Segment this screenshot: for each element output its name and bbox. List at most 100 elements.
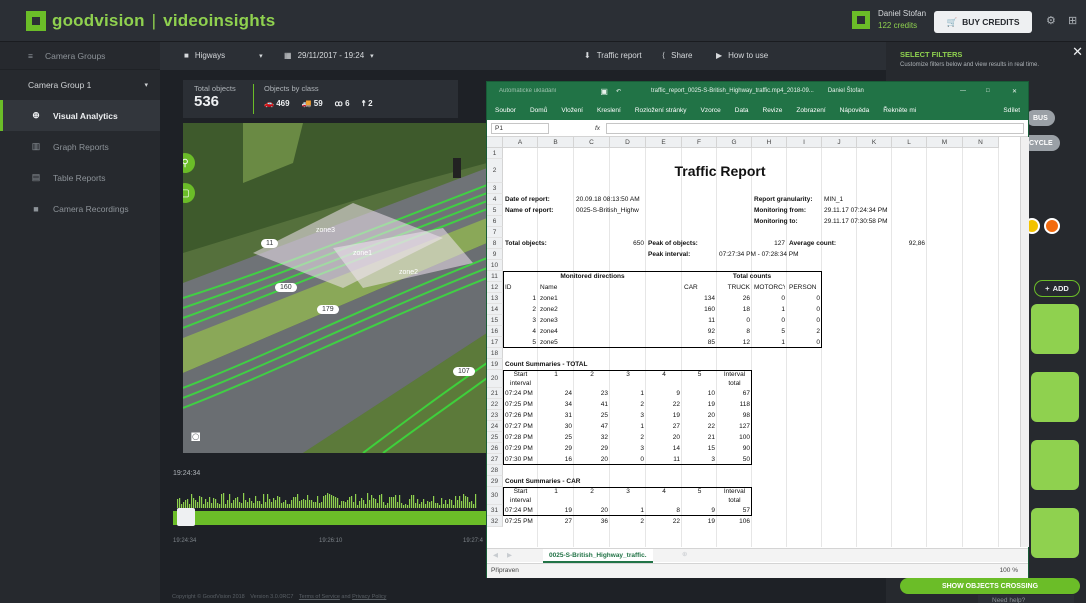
- row-header[interactable]: 10: [487, 260, 503, 271]
- row-header[interactable]: 27: [487, 454, 503, 465]
- table-header[interactable]: PERSON: [789, 282, 820, 293]
- how-to-use-button[interactable]: ▶ How to use: [716, 51, 768, 60]
- table-cell[interactable]: 29: [576, 443, 608, 454]
- table-cell[interactable]: 20: [648, 432, 680, 443]
- table-header[interactable]: 4: [648, 487, 680, 505]
- table-cell[interactable]: 5: [754, 326, 785, 337]
- table-cell[interactable]: 07:26 PM: [505, 410, 536, 421]
- ribbon-tab[interactable]: Kreslení: [597, 107, 621, 114]
- table-header[interactable]: 2: [576, 487, 608, 505]
- table-cell[interactable]: 30: [540, 421, 572, 432]
- column-header[interactable]: D: [610, 137, 646, 148]
- table-cell[interactable]: 10: [684, 388, 715, 399]
- table-cell[interactable]: 0: [754, 293, 785, 304]
- table-header[interactable]: Name: [540, 282, 572, 293]
- brand-logo[interactable]: goodvision | videoinsights: [26, 11, 275, 31]
- table-cell[interactable]: zone2: [540, 304, 572, 315]
- table-cell[interactable]: 4: [505, 326, 536, 337]
- table-header[interactable]: 2: [576, 370, 608, 388]
- meta-label[interactable]: Average count:: [789, 238, 855, 249]
- row-header[interactable]: 28: [487, 465, 503, 476]
- meta-value[interactable]: 29.11.17 07:24:34 PM: [824, 205, 925, 216]
- column-header[interactable]: K: [857, 137, 892, 148]
- meta-label[interactable]: Total objects:: [505, 238, 572, 249]
- table-cell[interactable]: 3: [505, 315, 536, 326]
- table-header[interactable]: TRUCK: [719, 282, 750, 293]
- table-header[interactable]: Start interval: [505, 370, 536, 388]
- row-header[interactable]: 6: [487, 216, 503, 227]
- maximize-icon[interactable]: □: [986, 88, 990, 94]
- meta-label[interactable]: Monitoring to:: [754, 216, 820, 227]
- user-menu[interactable]: Daniel Stofan 122 credits: [852, 9, 926, 30]
- close-icon[interactable]: ✕: [1072, 44, 1083, 60]
- table-header[interactable]: 1: [540, 370, 572, 388]
- meta-label[interactable]: Name of report:: [505, 205, 572, 216]
- formula-input[interactable]: [606, 122, 1024, 134]
- table-cell[interactable]: 11: [684, 315, 715, 326]
- column-header[interactable]: J: [822, 137, 857, 148]
- minimize-icon[interactable]: —: [960, 88, 966, 94]
- table-header[interactable]: 3: [612, 487, 644, 505]
- table-cell[interactable]: 07:28 PM: [505, 432, 536, 443]
- column-header[interactable]: N: [963, 137, 999, 148]
- table-cell[interactable]: 2: [612, 516, 644, 527]
- table-cell[interactable]: 25: [540, 432, 572, 443]
- select-all-corner[interactable]: [487, 137, 503, 148]
- table-cell[interactable]: 34: [540, 399, 572, 410]
- table-cell[interactable]: 0: [719, 315, 750, 326]
- ribbon-tab[interactable]: Rozložení stránky: [635, 107, 687, 114]
- filter-pill-bus[interactable]: BUS: [1026, 110, 1055, 126]
- vertical-scrollbar[interactable]: [1020, 137, 1029, 547]
- table-cell[interactable]: 14: [648, 443, 680, 454]
- table-cell[interactable]: 32: [576, 432, 608, 443]
- row-header[interactable]: 26: [487, 443, 503, 454]
- sheet-tab[interactable]: 0025-S-British_Highway_traffic.: [543, 549, 653, 563]
- table-cell[interactable]: 1: [754, 304, 785, 315]
- sidebar-item-table-reports[interactable]: ▤ Table Reports: [0, 162, 160, 193]
- column-header[interactable]: C: [574, 137, 610, 148]
- ribbon-tab[interactable]: Vložení: [561, 107, 583, 114]
- gear-icon[interactable]: ⚙: [1046, 14, 1056, 27]
- table-cell[interactable]: 0: [789, 304, 820, 315]
- ribbon-tell-me[interactable]: Řekněte mi: [883, 107, 916, 114]
- filter-card[interactable]: [1031, 372, 1079, 422]
- column-header[interactable]: E: [646, 137, 682, 148]
- meta-value[interactable]: 92,86: [894, 238, 925, 249]
- meta-label[interactable]: Peak interval:: [648, 249, 715, 260]
- table-cell[interactable]: 31: [540, 410, 572, 421]
- table-cell[interactable]: 22: [648, 516, 680, 527]
- table-cell[interactable]: 2: [789, 326, 820, 337]
- row-header[interactable]: 8: [487, 238, 503, 249]
- table-header[interactable]: 5: [684, 487, 715, 505]
- camera-group-select[interactable]: Camera Group 1 ▾: [0, 70, 160, 100]
- table-cell[interactable]: 25: [576, 410, 608, 421]
- table-cell[interactable]: 23: [576, 388, 608, 399]
- table-header[interactable]: 3: [612, 370, 644, 388]
- orange-color-dot[interactable]: [1044, 218, 1060, 234]
- table-cell[interactable]: 98: [719, 410, 750, 421]
- table-header[interactable]: 5: [684, 370, 715, 388]
- meta-value[interactable]: 650: [612, 238, 644, 249]
- table-cell[interactable]: 100: [719, 432, 750, 443]
- date-select[interactable]: ▦ 29/11/2017 - 19:24 ▾: [284, 51, 374, 60]
- table-cell[interactable]: 127: [719, 421, 750, 432]
- close-icon[interactable]: ✕: [1012, 88, 1017, 95]
- column-header[interactable]: B: [538, 137, 574, 148]
- table-cell[interactable]: 0: [789, 293, 820, 304]
- table-header[interactable]: 1: [540, 487, 572, 505]
- row-header[interactable]: 9: [487, 249, 503, 260]
- row-header[interactable]: 32: [487, 516, 503, 527]
- add-filter-button[interactable]: + ADD: [1034, 280, 1080, 297]
- row-header[interactable]: 24: [487, 421, 503, 432]
- table-cell[interactable]: 26: [719, 293, 750, 304]
- meta-label[interactable]: Monitoring from:: [754, 205, 820, 216]
- report-title[interactable]: Traffic Report: [610, 159, 830, 183]
- column-header[interactable]: L: [892, 137, 927, 148]
- ribbon-tab[interactable]: Nápověda: [840, 107, 870, 114]
- column-header[interactable]: G: [717, 137, 752, 148]
- sidebar-item-visual-analytics[interactable]: ⊕ Visual Analytics: [0, 100, 160, 131]
- ribbon-tab[interactable]: Zobrazení: [796, 107, 825, 114]
- table-cell[interactable]: 160: [684, 304, 715, 315]
- table-cell[interactable]: 2: [505, 304, 536, 315]
- row-header[interactable]: 12: [487, 282, 503, 293]
